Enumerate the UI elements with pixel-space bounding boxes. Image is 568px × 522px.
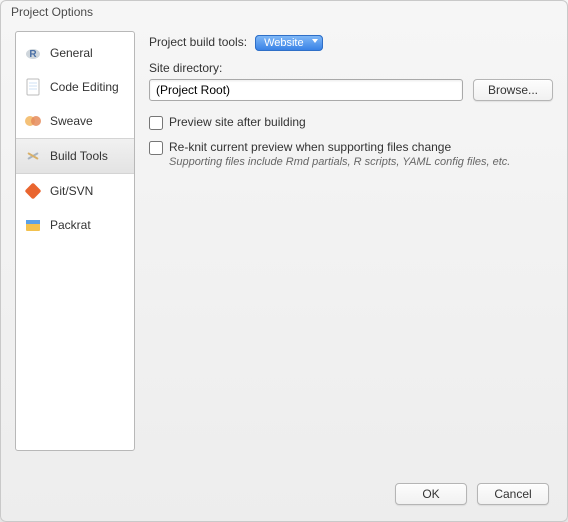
- sidebar-item-sweave[interactable]: Sweave: [16, 104, 134, 138]
- sidebar-item-label: Build Tools: [50, 149, 108, 163]
- sidebar-item-label: Git/SVN: [50, 184, 93, 198]
- document-icon: [24, 78, 42, 96]
- dialog-footer: OK Cancel: [1, 473, 567, 521]
- site-dir-label: Site directory:: [149, 61, 553, 75]
- svg-text:R: R: [29, 49, 37, 60]
- sidebar-item-label: Packrat: [50, 218, 91, 232]
- reknit-hint: Supporting files include Rmd partials, R…: [169, 156, 510, 168]
- project-options-window: Project Options R General Code Editing S…: [0, 0, 568, 522]
- window-body: R General Code Editing Sweave: [1, 25, 567, 473]
- r-icon: R: [24, 44, 42, 62]
- sidebar-item-build-tools[interactable]: Build Tools: [16, 138, 134, 174]
- package-icon: [24, 216, 42, 234]
- sidebar-item-packrat[interactable]: Packrat: [16, 208, 134, 242]
- main-panel: Project build tools: Website Site direct…: [149, 31, 553, 473]
- build-tools-select-wrap[interactable]: Website: [255, 35, 323, 49]
- cancel-button[interactable]: Cancel: [477, 483, 549, 505]
- sidebar: R General Code Editing Sweave: [15, 31, 135, 451]
- sidebar-item-code-editing[interactable]: Code Editing: [16, 70, 134, 104]
- git-icon: [24, 182, 42, 200]
- site-dir-input[interactable]: [149, 79, 463, 101]
- sweave-icon: [24, 112, 42, 130]
- sidebar-item-git-svn[interactable]: Git/SVN: [16, 174, 134, 208]
- build-tools-select[interactable]: Website: [255, 35, 323, 51]
- sidebar-item-general[interactable]: R General: [16, 36, 134, 70]
- browse-button[interactable]: Browse...: [473, 79, 553, 101]
- preview-label: Preview site after building: [169, 115, 306, 129]
- reknit-label: Re-knit current preview when supporting …: [169, 140, 510, 154]
- sidebar-item-label: Code Editing: [50, 80, 119, 94]
- window-title: Project Options: [1, 1, 567, 25]
- sidebar-item-label: Sweave: [50, 114, 93, 128]
- reknit-checkbox[interactable]: [149, 141, 163, 155]
- build-tools-label: Project build tools:: [149, 35, 247, 49]
- sidebar-item-label: General: [50, 46, 93, 60]
- ok-button[interactable]: OK: [395, 483, 467, 505]
- preview-checkbox[interactable]: [149, 116, 163, 130]
- tools-icon: [24, 147, 42, 165]
